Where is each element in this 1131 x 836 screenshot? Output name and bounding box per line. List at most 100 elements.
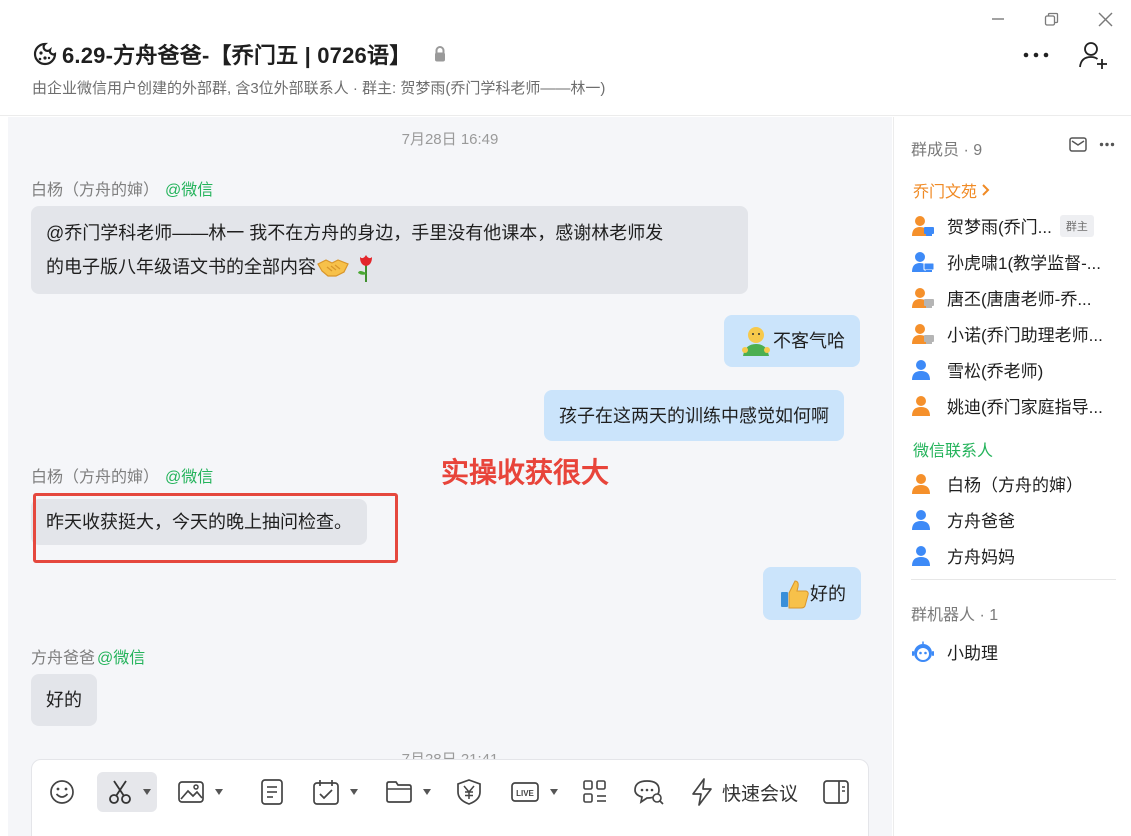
member-item[interactable]: 贺梦雨(乔门... 群主 bbox=[911, 213, 1116, 238]
message-bubble-incoming[interactable]: @乔门学科老师——林一 我不在方舟的身边，手里没有他课本，感谢林老师发 的电子版… bbox=[31, 206, 748, 294]
page-title: 6.29-方舟爸爸-【乔门五 | 0726语】 bbox=[62, 43, 412, 68]
user-icon bbox=[912, 509, 930, 530]
robot-item[interactable]: 小助理 bbox=[911, 639, 1116, 664]
payment-button[interactable] bbox=[456, 772, 482, 812]
emoji-icon bbox=[50, 780, 74, 804]
member-panel: 群成员 · 9 乔门文苑 贺梦雨(乔门... 群主 孙虎啸1(教学监督-... … bbox=[893, 117, 1131, 836]
add-user-icon bbox=[1079, 42, 1107, 69]
side-panel-toggle[interactable] bbox=[822, 772, 850, 812]
members-header: 群成员 · 9 bbox=[911, 142, 983, 159]
owner-badge: 群主 bbox=[1059, 214, 1094, 237]
member-item[interactable]: 雪松(乔老师) bbox=[911, 357, 1116, 382]
member-admin-icon bbox=[912, 215, 934, 236]
member-name: 孙虎啸1(教学监督-... bbox=[947, 254, 1101, 273]
group-name-wechat: 微信联系人 bbox=[913, 443, 994, 460]
more-icon[interactable] bbox=[1099, 142, 1115, 147]
message-text-line: @乔门学科老师——林一 我不在方舟的身边，手里没有他课本，感谢林老师发 bbox=[46, 223, 664, 243]
message-sender: 白杨（方舟的婶） @微信 bbox=[31, 176, 213, 200]
sender-name: 白杨（方舟的婶） bbox=[31, 469, 160, 486]
mail-icon[interactable] bbox=[1069, 137, 1087, 152]
live-icon: LIVE bbox=[511, 782, 539, 802]
quick-meeting-button[interactable]: 快速会议 bbox=[690, 772, 798, 812]
message-text-line: 的电子版八年级语文书的全部内容 bbox=[46, 257, 316, 277]
member-item[interactable]: 唐丕(唐唐老师-乔... bbox=[911, 285, 1116, 310]
robot-icon bbox=[912, 641, 934, 662]
image-icon bbox=[178, 781, 204, 803]
message-bubble-outgoing[interactable]: 好的 bbox=[763, 567, 861, 620]
message-text: 孩子在这两天的训练中感觉如何啊 bbox=[559, 405, 829, 426]
document-icon bbox=[261, 779, 283, 805]
message-timestamp: 7月28日 16:49 bbox=[401, 131, 499, 148]
group-description: 由企业微信用户创建的外部群, 含3位外部联系人 · 群主: 贺梦雨(乔门学科老师… bbox=[32, 80, 606, 97]
screenshot-button[interactable] bbox=[97, 772, 157, 812]
message-bubble-outgoing[interactable]: 孩子在这两天的训练中感觉如何啊 bbox=[544, 390, 844, 441]
member-name: 唐丕(唐唐老师-乔... bbox=[947, 290, 1092, 309]
user-icon bbox=[912, 545, 930, 566]
lightning-icon bbox=[692, 778, 712, 806]
member-name: 贺梦雨(乔门... bbox=[947, 218, 1052, 237]
svg-text:LIVE: LIVE bbox=[516, 789, 534, 798]
payment-icon bbox=[457, 779, 481, 805]
member-item[interactable]: 方舟爸爸 bbox=[911, 507, 1116, 532]
message-bubble-incoming[interactable]: 好的 bbox=[31, 674, 97, 726]
member-item[interactable]: 方舟妈妈 bbox=[911, 543, 1116, 568]
schedule-icon bbox=[313, 780, 339, 805]
message-text: 好的 bbox=[46, 690, 82, 710]
member-name: 方舟妈妈 bbox=[947, 548, 1015, 567]
add-member-button[interactable] bbox=[1076, 38, 1112, 72]
group-link-qiaomen[interactable]: 乔门文苑 bbox=[913, 178, 991, 202]
chevron-down-icon[interactable] bbox=[350, 789, 358, 795]
image-button[interactable] bbox=[177, 772, 223, 812]
document-button[interactable] bbox=[260, 772, 284, 812]
chevron-down-icon[interactable] bbox=[143, 789, 151, 795]
restore-icon[interactable] bbox=[1037, 8, 1065, 30]
chat-search-button[interactable] bbox=[633, 772, 665, 812]
user-icon bbox=[912, 395, 930, 416]
message-bubble-outgoing[interactable]: 不客气哈 bbox=[724, 315, 860, 367]
divider bbox=[911, 579, 1116, 580]
chevron-right-icon bbox=[982, 184, 990, 196]
chat-header: 6.29-方舟爸爸-【乔门五 | 0726语】 由企业微信用户创建的外部群, 含… bbox=[0, 0, 1131, 116]
emoji-button[interactable] bbox=[48, 772, 76, 812]
minimize-icon[interactable] bbox=[984, 8, 1012, 30]
user-icon bbox=[912, 473, 930, 494]
cookie-icon bbox=[33, 42, 57, 66]
chevron-down-icon[interactable] bbox=[423, 789, 431, 795]
live-button[interactable]: LIVE bbox=[510, 772, 558, 812]
scissors-icon bbox=[109, 780, 131, 804]
chat-search-icon bbox=[634, 780, 664, 805]
message-list[interactable]: 7月28日 16:49 白杨（方舟的婶） @微信 @乔门学科老师——林一 我不在方… bbox=[8, 117, 892, 836]
message-sender: 方舟爸爸 @微信 bbox=[31, 644, 145, 668]
schedule-button[interactable] bbox=[312, 772, 358, 812]
message-input-toolbar: LIVE 快速会议 bbox=[31, 759, 869, 836]
close-icon[interactable] bbox=[1091, 8, 1119, 30]
person-emoji-icon bbox=[742, 327, 770, 356]
member-item[interactable]: 白杨（方舟的婶） bbox=[911, 471, 1116, 496]
rose-emoji-icon bbox=[358, 255, 372, 282]
sender-source: @微信 bbox=[165, 182, 214, 199]
more-icon bbox=[1023, 52, 1049, 58]
member-admin-icon bbox=[912, 251, 935, 272]
chevron-down-icon[interactable] bbox=[215, 789, 223, 795]
chevron-down-icon[interactable] bbox=[550, 789, 558, 795]
quick-meeting-label: 快速会议 bbox=[722, 783, 799, 805]
thumbs-up-emoji-icon bbox=[781, 579, 809, 608]
sender-name: 方舟爸爸 bbox=[31, 650, 96, 667]
member-item[interactable]: 姚迪(乔门家庭指导... bbox=[911, 393, 1116, 418]
more-options-button[interactable] bbox=[1018, 40, 1054, 70]
user-icon bbox=[912, 359, 930, 380]
folder-icon bbox=[386, 781, 412, 803]
sender-source: @微信 bbox=[97, 650, 146, 667]
red-annotation-label: 实操收获很大 bbox=[441, 457, 610, 488]
member-name: 方舟爸爸 bbox=[947, 512, 1015, 531]
member-item[interactable]: 小诺(乔门助理老师... bbox=[911, 321, 1116, 346]
member-item[interactable]: 孙虎啸1(教学监督-... bbox=[911, 249, 1116, 274]
group-name: 乔门文苑 bbox=[913, 184, 978, 201]
folder-button[interactable] bbox=[385, 772, 431, 812]
message-text: 不客气哈 bbox=[773, 331, 845, 351]
side-panel-icon bbox=[823, 780, 849, 804]
robot-name: 小助理 bbox=[947, 644, 998, 663]
apps-button[interactable] bbox=[582, 772, 608, 812]
apps-icon bbox=[583, 780, 606, 803]
message-sender: 白杨（方舟的婶） @微信 bbox=[31, 463, 213, 487]
